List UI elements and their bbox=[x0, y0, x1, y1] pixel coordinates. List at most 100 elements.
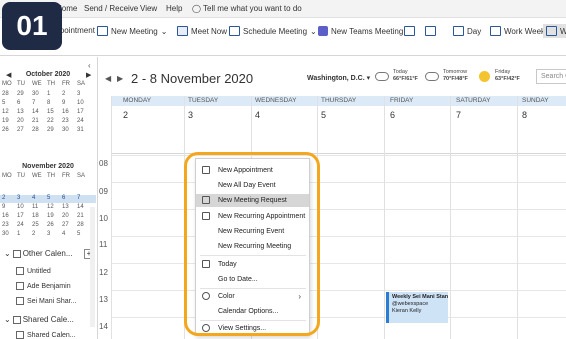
view-toggle-button-2[interactable] bbox=[425, 26, 436, 36]
scrollbar[interactable] bbox=[90, 207, 95, 327]
menu-view[interactable]: View bbox=[140, 4, 157, 13]
chevron-down-icon: ⌄ bbox=[4, 315, 11, 324]
menu-help[interactable]: Help bbox=[166, 4, 182, 13]
meeting-icon bbox=[97, 26, 108, 36]
menu-item-view-settings[interactable]: View Settings... bbox=[196, 322, 309, 335]
meet-now-button[interactable]: Meet Now bbox=[177, 26, 227, 36]
work-week-button[interactable]: Work Week bbox=[490, 26, 545, 36]
day-view-button[interactable]: Day bbox=[453, 26, 481, 36]
menu-item-new-recurring-event[interactable]: New Recurring Event bbox=[196, 225, 309, 238]
week-icon bbox=[546, 26, 557, 36]
checkbox[interactable] bbox=[16, 267, 24, 275]
shared-calendars-header[interactable]: ⌄ Shared Cale... bbox=[4, 315, 74, 324]
weather-today: Today 66°F/61°F bbox=[393, 69, 418, 82]
view-toggle-button[interactable] bbox=[404, 26, 415, 36]
mini-calendar-week[interactable]: 23 24 25 26 27 28 bbox=[0, 222, 96, 230]
menu-item-new-recurring-meeting[interactable]: New Recurring Meeting bbox=[196, 240, 309, 253]
prev-week-icon[interactable]: ◀ bbox=[105, 74, 111, 83]
hour-line bbox=[111, 182, 566, 183]
appointment-title: Weekly Sei Mani Stan bbox=[392, 294, 448, 300]
menu-separator bbox=[200, 255, 306, 256]
appointment-block[interactable]: Weekly Sei Mani Stan @webexspace Kieran … bbox=[386, 292, 448, 323]
appointment-organizer: Kieran Kelly bbox=[392, 308, 422, 314]
menu-item-today[interactable]: Today bbox=[196, 258, 309, 271]
time-grid[interactable]: 08 09 10 11 12 13 14 bbox=[99, 155, 566, 339]
chevron-down-icon: ⌄ bbox=[310, 26, 317, 36]
cloud-icon bbox=[375, 72, 389, 81]
color-icon bbox=[202, 292, 210, 300]
hour-label: 09 bbox=[99, 187, 108, 196]
mini-calendar-week[interactable]: 12 13 14 15 16 17 bbox=[0, 109, 96, 117]
day-divider bbox=[450, 96, 451, 339]
day-header: TUESDAY bbox=[188, 97, 219, 104]
new-meeting-button[interactable]: New Meeting ⌄ bbox=[97, 26, 167, 36]
new-teams-meeting-button[interactable]: New Teams Meeting bbox=[318, 26, 403, 36]
mini-calendar-week[interactable]: 9 10 11 12 13 14 bbox=[0, 204, 96, 212]
tell-me-input[interactable]: Tell me what you want to do bbox=[203, 4, 302, 13]
mini-calendar-weekdays: MO TU WE TH FR SA bbox=[2, 173, 86, 179]
checkbox[interactable] bbox=[16, 297, 24, 305]
menu-send-receive[interactable]: Send / Receive bbox=[84, 4, 138, 13]
checkbox[interactable] bbox=[12, 249, 21, 258]
day-header: MONDAY bbox=[123, 97, 152, 104]
chevron-right-icon: › bbox=[298, 292, 301, 301]
work-week-icon bbox=[490, 26, 501, 36]
calendar-item-ade-benjamin[interactable]: Ade Benjamin bbox=[16, 282, 71, 290]
calendar-item-shared[interactable]: Shared Calen... bbox=[16, 331, 76, 339]
mini-calendar-week[interactable]: 28 29 30 1 2 3 bbox=[0, 91, 96, 99]
mini-calendar-week[interactable]: 5 6 7 8 9 10 bbox=[0, 100, 96, 108]
mini-calendar-weekdays: MO TU WE TH FR SA bbox=[2, 81, 86, 87]
schedule-meeting-button[interactable]: Schedule Meeting ⌄ bbox=[229, 26, 317, 36]
day-header: FRIDAY bbox=[390, 97, 414, 104]
mini-calendar-week[interactable]: 19 20 21 22 23 24 bbox=[0, 118, 96, 126]
calendar-item-untitled[interactable]: Untitled bbox=[16, 267, 51, 275]
menu-item-new-appointment[interactable]: New Appointment bbox=[196, 164, 309, 177]
calendar-icon bbox=[202, 166, 210, 174]
rain-icon bbox=[425, 72, 439, 81]
week-button[interactable]: W bbox=[543, 24, 566, 38]
location-selector[interactable]: Washington, D.C. ▾ bbox=[307, 74, 370, 82]
other-calendars-header[interactable]: ⌄ Other Calen... bbox=[4, 249, 73, 258]
date-number: 5 bbox=[321, 110, 327, 120]
mini-calendar-week[interactable]: 26 27 28 29 30 31 bbox=[0, 127, 96, 135]
checkbox[interactable] bbox=[16, 331, 24, 339]
checkbox[interactable] bbox=[12, 315, 21, 324]
calendar-header: ◀ ▶ 2 - 8 November 2020 Washington, D.C.… bbox=[99, 57, 566, 95]
mini-calendar-week[interactable]: 30 1 2 3 4 5 bbox=[0, 231, 96, 239]
menu-item-new-all-day-event[interactable]: New All Day Event bbox=[196, 179, 309, 192]
menu-separator bbox=[200, 320, 306, 321]
appointment-location: @webexspace bbox=[392, 301, 429, 307]
day-header: WEDNESDAY bbox=[255, 97, 297, 104]
all-day-row[interactable]: 2 3 4 5 6 7 8 bbox=[111, 106, 566, 154]
hour-line bbox=[111, 155, 566, 156]
date-number: 4 bbox=[255, 110, 261, 120]
day-header: SATURDAY bbox=[456, 97, 491, 104]
lightbulb-icon: ◯ bbox=[192, 4, 201, 13]
context-menu: New Appointment New All Day Event New Me… bbox=[195, 158, 310, 336]
hour-label: 12 bbox=[99, 268, 108, 277]
checkbox[interactable] bbox=[16, 282, 24, 290]
search-input[interactable]: Search Ca bbox=[536, 69, 566, 84]
next-week-icon[interactable]: ▶ bbox=[117, 74, 123, 83]
weather-friday: Friday 63°F/42°F bbox=[495, 69, 520, 82]
collapse-icon[interactable]: ‹ bbox=[88, 61, 91, 70]
hour-line bbox=[111, 209, 566, 210]
menu-item-go-to-date[interactable]: Go to Date... bbox=[196, 273, 309, 286]
calendar-item-sei-mani[interactable]: Sei Mani Shar... bbox=[16, 297, 76, 305]
hour-line bbox=[111, 236, 566, 237]
menu-item-color[interactable]: Color › bbox=[196, 290, 309, 303]
date-number: 6 bbox=[390, 110, 396, 120]
hour-line bbox=[111, 263, 566, 264]
recurring-icon bbox=[202, 212, 210, 220]
date-number: 2 bbox=[123, 110, 129, 120]
hour-line bbox=[111, 317, 566, 318]
menu-item-new-meeting-request[interactable]: New Meeting Request bbox=[196, 194, 309, 207]
chevron-down-icon: ⌄ bbox=[160, 26, 168, 36]
prev-month-icon[interactable]: ◀ bbox=[6, 71, 11, 79]
menu-item-calendar-options[interactable]: Calendar Options... bbox=[196, 305, 309, 318]
mini-calendar-week[interactable]: 16 17 18 19 20 21 bbox=[0, 213, 96, 221]
date-number: 7 bbox=[456, 110, 462, 120]
next-month-icon[interactable]: ▶ bbox=[86, 71, 91, 79]
menu-item-new-recurring-appointment[interactable]: New Recurring Appointment bbox=[196, 210, 309, 223]
mini-calendar-week-selected[interactable]: 234567 bbox=[0, 195, 96, 203]
